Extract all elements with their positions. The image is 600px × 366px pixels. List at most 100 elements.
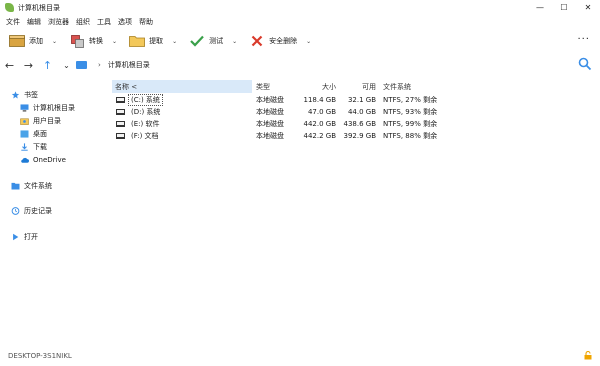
add-dropdown-icon[interactable]: ⌄	[52, 38, 57, 45]
drive-name: (E:) 软件	[131, 120, 160, 128]
convert-icon	[69, 34, 85, 48]
drive-icon	[116, 109, 125, 115]
column-header-name[interactable]: 名称 <	[112, 80, 252, 93]
desktop-icon	[20, 129, 29, 138]
add-label: 添加	[29, 37, 43, 45]
computer-icon	[20, 103, 29, 112]
up-button[interactable]: ↑	[38, 59, 57, 72]
name-cell: (F:) 文档	[112, 130, 159, 142]
sidebar-label-downloads: 下载	[33, 142, 47, 151]
sidebar-label-file-system: 文件系统	[24, 181, 52, 190]
extract-button[interactable]: 提取 ⌄	[126, 31, 180, 51]
test-button[interactable]: 测试 ⌄	[186, 31, 240, 51]
computer-icon	[76, 61, 87, 69]
window-title: 计算机根目录	[18, 3, 60, 12]
filesystem-cell: NTFS, 27% 剩余	[383, 96, 438, 104]
status-bar: DESKTOP-3S1NIKL	[0, 346, 600, 366]
menu-organize[interactable]: 组织	[76, 17, 90, 27]
table-row[interactable]: (F:) 文档 本地磁盘 442.2 GB 392.9 GB NTFS, 88%…	[112, 130, 452, 142]
column-header-filesystem[interactable]: 文件系统	[383, 80, 443, 93]
sidebar-item-onedrive[interactable]: OneDrive	[20, 154, 66, 165]
user-folder-icon	[20, 118, 29, 125]
history-clock-icon	[11, 206, 20, 215]
star-icon	[11, 90, 20, 98]
sidebar-item-computer-root[interactable]: 计算机根目录	[20, 102, 75, 113]
column-header-type[interactable]: 类型	[256, 80, 296, 93]
column-header-free-label: 可用	[362, 82, 376, 91]
convert-dropdown-icon[interactable]: ⌄	[112, 38, 117, 45]
free-cell: 32.1 GB	[347, 96, 376, 104]
column-header-size[interactable]: 大小	[296, 80, 336, 93]
size-cell: 118.4 GB	[303, 96, 337, 104]
table-row[interactable]: (E:) 软件 本地磁盘 442.0 GB 438.6 GB NTFS, 99%…	[112, 118, 452, 130]
sidebar-label-user-dir: 用户目录	[33, 116, 61, 125]
convert-button[interactable]: 转换 ⌄	[66, 31, 120, 51]
menu-options[interactable]: 选项	[118, 17, 132, 27]
column-header-size-label: 大小	[322, 82, 336, 91]
menu-help[interactable]: 帮助	[139, 17, 153, 27]
file-list: 名称 < 类型 大小 可用 文件系统 (C:) 系统 本地磁盘 118.4 GB…	[112, 80, 600, 342]
type-cell: 本地磁盘	[256, 120, 284, 128]
menu-edit[interactable]: 编辑	[27, 17, 41, 27]
free-cell: 44.0 GB	[347, 108, 376, 116]
menu-tools[interactable]: 工具	[97, 17, 111, 27]
menu-file[interactable]: 文件	[6, 17, 20, 27]
computer-name: DESKTOP-3S1NIKL	[8, 352, 72, 360]
extract-label: 提取	[149, 37, 164, 45]
sidebar-label-desktop: 桌面	[33, 129, 47, 138]
maximize-button[interactable]: ☐	[552, 0, 576, 15]
filesystem-cell: NTFS, 99% 剩余	[383, 120, 438, 128]
forward-button[interactable]: →	[19, 59, 38, 72]
drive-icon	[116, 121, 125, 127]
folder-extract-icon	[129, 34, 145, 48]
drive-icon	[116, 97, 125, 103]
close-button[interactable]: ✕	[576, 0, 600, 15]
add-button[interactable]: 添加 ⌄	[6, 31, 60, 51]
extract-dropdown-icon[interactable]: ⌄	[172, 38, 177, 45]
drive-icon	[116, 133, 125, 139]
archive-add-icon	[9, 34, 25, 48]
table-row[interactable]: (C:) 系统 本地磁盘 118.4 GB 32.1 GB NTFS, 27% …	[112, 94, 452, 106]
folder-icon	[11, 182, 20, 190]
sidebar-item-file-system[interactable]: 文件系统	[11, 180, 52, 191]
search-icon[interactable]	[578, 57, 592, 71]
address-bar: ← → ↑ ⌄ › 计算机根目录	[0, 55, 600, 75]
sidebar: 书签 计算机根目录 用户目录 桌面 下载 OneDrive 文件系统 历史记录 …	[0, 80, 110, 342]
delete-dropdown-icon[interactable]: ⌄	[306, 38, 311, 45]
secure-delete-button[interactable]: 安全删除 ⌄	[246, 31, 314, 51]
table-row[interactable]: (D:) 系统 本地磁盘 47.0 GB 44.0 GB NTFS, 93% 剩…	[112, 106, 452, 118]
back-button[interactable]: ←	[0, 59, 19, 72]
play-arrow-icon	[13, 233, 19, 240]
sidebar-item-desktop[interactable]: 桌面	[20, 128, 47, 139]
test-dropdown-icon[interactable]: ⌄	[232, 38, 237, 45]
sidebar-item-downloads[interactable]: 下载	[20, 141, 47, 152]
breadcrumb-path[interactable]: 计算机根目录	[108, 60, 150, 70]
minimize-button[interactable]: —	[528, 0, 552, 15]
filesystem-cell: NTFS, 88% 剩余	[383, 132, 438, 140]
test-label: 测试	[209, 37, 224, 45]
drive-name: (D:) 系统	[131, 108, 161, 116]
menu-bar: 文件 编辑 浏览器 组织 工具 选项 帮助	[0, 15, 160, 28]
size-cell: 442.0 GB	[303, 120, 337, 128]
type-cell: 本地磁盘	[256, 96, 284, 104]
column-header-filesystem-label: 文件系统	[383, 82, 411, 91]
drive-name: (C:) 系统	[128, 94, 163, 106]
cloud-icon	[21, 157, 29, 163]
window-controls: — ☐ ✕	[528, 0, 600, 15]
menu-browser[interactable]: 浏览器	[48, 17, 69, 27]
history-dropdown-button[interactable]: ⌄	[57, 61, 76, 70]
sidebar-item-history[interactable]: 历史记录	[11, 205, 52, 216]
name-cell: (D:) 系统	[112, 106, 160, 118]
size-cell: 47.0 GB	[307, 108, 336, 116]
sidebar-item-open[interactable]: 打开	[11, 231, 38, 242]
column-header-free[interactable]: 可用	[336, 80, 376, 93]
free-cell: 392.9 GB	[343, 132, 377, 140]
sidebar-label-bookmarks: 书签	[24, 90, 38, 99]
download-icon	[21, 142, 28, 151]
breadcrumb-separator[interactable]: ›	[98, 61, 101, 69]
column-header-name-label: 名称 <	[115, 82, 138, 91]
more-options-button[interactable]: ···	[577, 34, 590, 45]
sidebar-item-user-dir[interactable]: 用户目录	[20, 115, 61, 126]
sidebar-item-bookmarks[interactable]: 书签	[11, 89, 38, 100]
lock-icon[interactable]	[584, 351, 592, 360]
